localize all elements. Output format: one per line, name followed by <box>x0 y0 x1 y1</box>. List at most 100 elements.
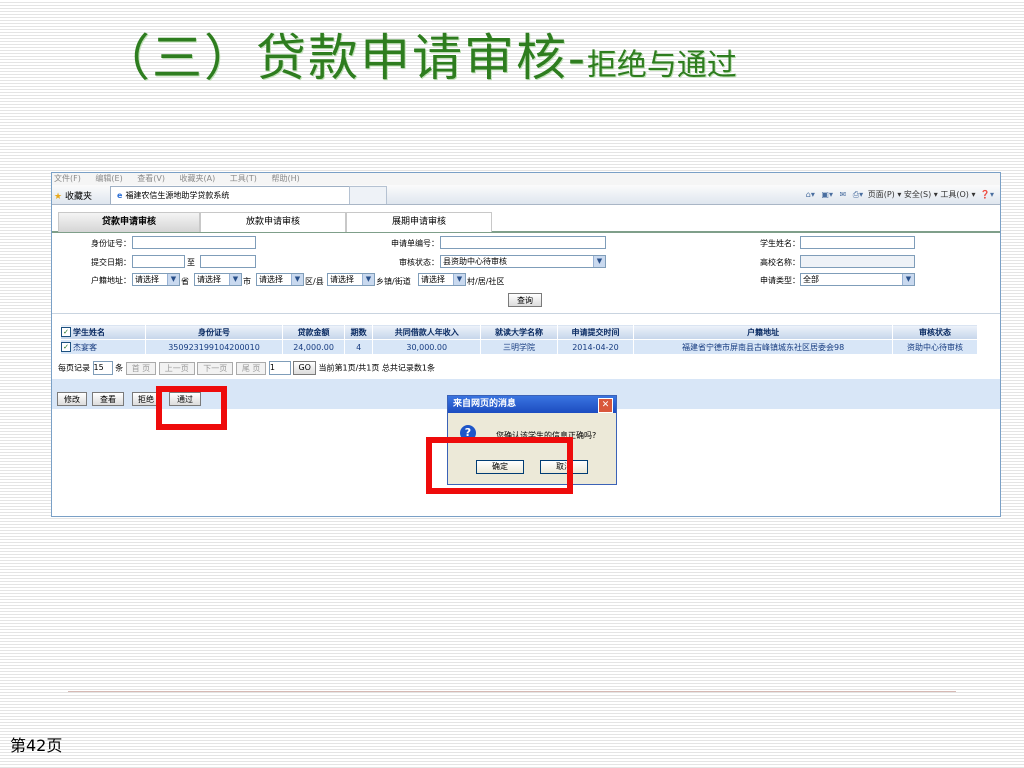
town-select[interactable]: 请选择 ▼ <box>327 273 375 286</box>
prev-page-button[interactable]: 上一页 <box>158 361 195 375</box>
menu-file[interactable]: 文件(F) <box>54 174 81 183</box>
col-id-number: 身份证号 <box>144 324 284 340</box>
home-icon[interactable]: ⌂▾ <box>806 190 815 199</box>
results-table: ✓ 学生姓名 身份证号 贷款金额 期数 共同借款人年收入 就读大学名称 申请提交时… <box>60 324 978 355</box>
slide-title: （三）贷款申请审核-拒绝与通过 <box>100 18 737 88</box>
page-menu[interactable]: 页面(P) <box>868 190 895 199</box>
apply-no-label: 申请单编号： <box>391 239 439 248</box>
apply-no-input[interactable] <box>440 236 606 249</box>
star-icon: ★ <box>54 192 63 202</box>
help-icon[interactable]: ❓▾ <box>980 190 994 199</box>
footer-divider <box>68 691 956 692</box>
print-icon[interactable]: ⎙▾ <box>853 190 863 200</box>
school-label: 高校名称： <box>760 258 800 267</box>
page-number-input[interactable]: 1 <box>268 361 291 375</box>
id-number-input[interactable] <box>132 236 256 249</box>
per-page-input[interactable]: 15 <box>92 361 113 375</box>
village-select[interactable]: 请选择 ▼ <box>418 273 466 286</box>
apply-type-value: 全部 <box>803 275 819 284</box>
menu-tools[interactable]: 工具(T) <box>230 174 257 183</box>
village-unit: 村/居/社区 <box>467 277 505 286</box>
tab-disbursement-review[interactable]: 放款申请审核 <box>200 212 346 232</box>
district-select[interactable]: 请选择 ▼ <box>256 273 304 286</box>
menu-help[interactable]: 帮助(H) <box>271 174 299 183</box>
chevron-down-icon: ▼ <box>453 274 465 285</box>
menu-edit[interactable]: 编辑(E) <box>95 174 122 183</box>
review-status-label: 审核状态： <box>399 258 439 267</box>
ie-page-icon: e <box>117 191 123 200</box>
edit-button[interactable]: 修改 <box>57 392 87 406</box>
col-student-name[interactable]: ✓ 学生姓名 <box>60 324 146 340</box>
last-page-button[interactable]: 尾 页 <box>235 361 267 375</box>
tab-loan-review[interactable]: 贷款申请审核 <box>58 212 200 232</box>
select-all-checkbox[interactable]: ✓ <box>61 327 71 337</box>
cell-id-number: 350923199104200010 <box>144 339 284 355</box>
district-select-value: 请选择 <box>259 275 283 284</box>
col-periods: 期数 <box>343 324 374 340</box>
city-unit: 市 <box>243 277 251 286</box>
review-status-value: 县资助中心待审核 <box>443 257 507 266</box>
chevron-down-icon: ▼ <box>362 274 374 285</box>
cell-periods: 4 <box>343 339 374 355</box>
date-from-input[interactable] <box>132 255 185 268</box>
col-review-status: 审核状态 <box>892 324 978 340</box>
date-to-input[interactable] <box>200 255 256 268</box>
first-page-button[interactable]: 首 页 <box>125 361 157 375</box>
slide-title-sub: 拒绝与通过 <box>586 48 737 83</box>
favorites-label: 收藏夹 <box>64 192 92 202</box>
province-select-value: 请选择 <box>135 275 159 284</box>
table-row[interactable]: ✓ 杰宴客 350923199104200010 24,000.00 4 30,0… <box>60 339 978 355</box>
close-icon[interactable]: ✕ <box>598 398 613 413</box>
query-button[interactable]: 查询 <box>508 293 542 307</box>
highlight-approve <box>156 386 227 430</box>
browser-tab[interactable]: e 福建农信生源地助学贷款系统 <box>110 186 350 204</box>
browser-menubar: 文件(F) 编辑(E) 查看(V) 收藏夹(A) 工具(T) 帮助(H) <box>52 173 1000 185</box>
tools-menu[interactable]: 工具(O) <box>940 190 969 199</box>
id-number-label: 身份证号： <box>91 239 131 248</box>
table-header-row: ✓ 学生姓名 身份证号 贷款金额 期数 共同借款人年收入 就读大学名称 申请提交时… <box>60 324 978 340</box>
row-checkbox[interactable]: ✓ <box>61 342 71 352</box>
cell-student-name-text: 杰宴客 <box>73 342 97 352</box>
town-unit: 乡镇/街道 <box>376 277 411 286</box>
date-to-label: 至 <box>187 258 195 267</box>
town-select-value: 请选择 <box>330 275 354 284</box>
col-address: 户籍地址 <box>633 324 894 340</box>
city-select[interactable]: 请选择 ▼ <box>194 273 242 286</box>
search-form: 身份证号： 申请单编号： 学生姓名： 提交日期： 至 审核状态： 县资助中心待审… <box>52 233 1000 314</box>
school-input[interactable] <box>800 255 915 268</box>
cell-submit-time: 2014-04-20 <box>556 339 635 355</box>
chevron-down-icon: ▼ <box>291 274 303 285</box>
city-select-value: 请选择 <box>197 275 221 284</box>
feeds-icon[interactable]: ▣▾ <box>821 190 833 199</box>
browser-command-bar: ⌂▾ ▣▾ ✉ ⎙▾ 页面(P) ▾ 安全(S) ▾ 工具(O) ▾ ❓▾ <box>805 190 994 200</box>
menu-view[interactable]: 查看(V) <box>137 174 165 183</box>
chevron-down-icon: ▼ <box>167 274 179 285</box>
pager-summary: 当前第1页/共1页 总共记录数1条 <box>318 363 436 373</box>
province-unit: 省 <box>181 277 189 286</box>
next-page-button[interactable]: 下一页 <box>197 361 234 375</box>
student-name-input[interactable] <box>800 236 915 249</box>
highlight-dialog-buttons <box>426 437 573 494</box>
district-unit: 区/县 <box>305 277 324 286</box>
apply-type-label: 申请类型： <box>760 276 800 285</box>
village-select-value: 请选择 <box>421 275 445 284</box>
cell-loan-amount: 24,000.00 <box>282 339 345 355</box>
cell-university: 三明学院 <box>480 339 558 355</box>
chevron-down-icon: ▼ <box>902 274 914 285</box>
new-tab-button[interactable] <box>349 186 387 204</box>
apply-type-select[interactable]: 全部 ▼ <box>800 273 915 286</box>
review-status-select[interactable]: 县资助中心待审核 ▼ <box>440 255 606 268</box>
province-select[interactable]: 请选择 ▼ <box>132 273 180 286</box>
dialog-titlebar: 来自网页的消息 ✕ <box>448 396 616 413</box>
mail-icon[interactable]: ✉ <box>840 190 847 199</box>
safety-menu[interactable]: 安全(S) <box>904 190 931 199</box>
tab-extension-review[interactable]: 展期申请审核 <box>346 212 492 232</box>
cell-student-name[interactable]: ✓ 杰宴客 <box>60 339 146 355</box>
view-button[interactable]: 查看 <box>92 392 124 406</box>
col-loan-amount: 贷款金额 <box>282 324 345 340</box>
go-button[interactable]: GO <box>293 361 316 375</box>
cell-address: 福建省宁德市屏南县古峰镇城东社区居委会98 <box>633 339 894 355</box>
browser-tab-title: 福建农信生源地助学贷款系统 <box>125 191 230 200</box>
menu-favorites[interactable]: 收藏夹(A) <box>180 174 216 183</box>
favorites-button[interactable]: ★ 收藏夹 <box>54 189 92 202</box>
